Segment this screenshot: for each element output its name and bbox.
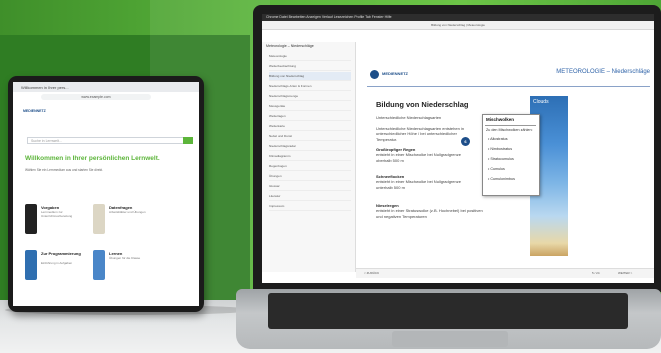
tablet-tab-bar: Willkommen in Ihrer pers... (13, 82, 199, 92)
card-text: Übungen für die Klasse (109, 256, 141, 260)
laptop-screen: Chrome Datei Bearbeiten Anzeigen Verlauf… (262, 14, 654, 283)
card-thumbnail (25, 204, 37, 234)
popup-intro: Zu den Mischwolken zählen: (486, 128, 533, 132)
course-sidebar: Meteorologie – Niederschläge Meteorologi… (262, 42, 356, 272)
card-text: Einführung in Aufgaben (41, 261, 73, 265)
sidebar-heading: Meteorologie – Niederschläge (266, 44, 314, 48)
intro-label: Unterschiedliche Niederschlagsarten (376, 115, 442, 120)
card-thumbnail (93, 204, 105, 234)
popup-title: Mischwolken (486, 117, 515, 122)
sidebar-item[interactable]: Literatur (269, 192, 351, 201)
popup-item: • Cumulus (488, 167, 505, 171)
sidebar-item[interactable]: Impressum (269, 202, 351, 211)
logo-icon (370, 70, 379, 79)
card-title: Zur Programmierung (41, 251, 81, 256)
popup-item: • Nimbostratus (488, 147, 513, 151)
sidebar-item[interactable]: Meteorologie (269, 52, 351, 61)
sidebar-item[interactable]: Wetterkarte (269, 122, 351, 131)
section-3: Nieselregen entsteht in einer Stratuswol… (376, 203, 486, 219)
sidebar-item[interactable]: Wetterlagen (269, 112, 351, 121)
sidebar-item[interactable]: Glossar (269, 182, 351, 191)
card-thumbnail (25, 250, 37, 280)
section-title: Großtropfiger Regen (376, 147, 416, 152)
sidebar-item[interactable]: Niederschlagsmenge (269, 92, 351, 101)
course-logo: MEDIENNETZ (382, 71, 408, 76)
section-title: Nieselregen (376, 203, 399, 208)
tablet-welcome-sub: Wählen Sie ein Lernmedium aus und starte… (25, 168, 103, 172)
laptop-touchpad (392, 331, 508, 347)
tablet-url-bar[interactable]: www.example.com (41, 94, 151, 100)
tablet-card[interactable]: Vorgaben Lernmedium zur Unterrichtsvorbe… (25, 204, 87, 240)
browser-title-bar[interactable]: Bildung von Niederschlag | Meteorologie (262, 21, 654, 30)
prev-button[interactable]: < ZURÜCK (364, 269, 379, 278)
popup-divider (485, 125, 536, 126)
tablet-welcome-heading: Willkommen in Ihrer persönlichen Lernwel… (25, 155, 160, 162)
info-badge[interactable]: 6 (461, 137, 470, 146)
laptop-keyboard (268, 293, 628, 329)
section-title: Schneeflocken (376, 174, 405, 179)
tablet-search-button[interactable] (183, 137, 193, 144)
popup-item: • Cumulonimbus (488, 177, 515, 181)
card-thumbnail (93, 250, 105, 280)
sidebar-item[interactable]: Klimadiagramm (269, 152, 351, 161)
section-text: entsteht in einer Mischwolke bei Nullgra… (376, 179, 461, 190)
header-divider (367, 86, 650, 87)
mischwolken-popup[interactable]: Mischwolken Zu den Mischwolken zählen: •… (482, 114, 540, 196)
sidebar-item[interactable]: Niederschlagsradar (269, 142, 351, 151)
page-counter: 5 / 24 (592, 271, 600, 275)
next-button[interactable]: WEITER > (618, 269, 632, 278)
tablet-search-input[interactable]: Suche in Lernwelt... (27, 137, 193, 144)
section-text: entsteht in einer Mischwolke bei Nullgra… (376, 152, 461, 163)
sidebar-item[interactable]: Niederschlags-Arten & Formen (269, 82, 351, 91)
sidebar-item[interactable]: Regenbogen (269, 162, 351, 171)
tablet-logo: MEDIENNETZ (23, 109, 46, 113)
tablet-card[interactable]: Datenfragen Arbeitsblätter und Übungen (93, 204, 155, 240)
page-heading: Bildung von Niederschlag (376, 100, 469, 109)
popup-item: • Stratocumulus (488, 157, 514, 161)
sidebar-item[interactable]: Messgeräte (269, 102, 351, 111)
tablet-card[interactable]: Zur Programmierung Einführung in Aufgabe… (25, 250, 87, 290)
popup-item: • Altostratus (488, 137, 508, 141)
section-text: entsteht in einer Stratuswolke (z.B. Hoc… (376, 208, 483, 219)
tablet-browser-tab[interactable]: Willkommen in Ihrer pers... (21, 85, 69, 90)
course-title: METEOROLOGIE – Niederschläge (556, 69, 650, 75)
sidebar-item[interactable]: Wetterbeobachtung (269, 62, 351, 71)
tablet-card[interactable]: Lernen Übungen für die Klasse (93, 250, 155, 290)
page-footer: < ZURÜCK 5 / 24 WEITER > (356, 268, 654, 278)
card-text: Arbeitsblätter und Übungen (109, 210, 146, 214)
sidebar-item[interactable]: Nebel und Dunst (269, 132, 351, 141)
sidebar-item[interactable]: Übungen (269, 172, 351, 181)
tablet-screen: Willkommen in Ihrer pers... www.example.… (13, 82, 199, 306)
tablet-device: Willkommen in Ihrer pers... www.example.… (8, 76, 204, 312)
sidebar-item-active[interactable]: Bildung von Niederschlag (269, 72, 351, 81)
system-menu-bar: Chrome Datei Bearbeiten Anzeigen Verlauf… (262, 14, 654, 21)
image-label: Clouds (533, 99, 549, 105)
section-2: Schneeflocken entsteht in einer Mischwol… (376, 174, 476, 190)
section-1: Großtropfiger Regen entsteht in einer Mi… (376, 147, 461, 163)
card-text: Lernmedium zur Unterrichtsvorbereitung (41, 210, 73, 218)
